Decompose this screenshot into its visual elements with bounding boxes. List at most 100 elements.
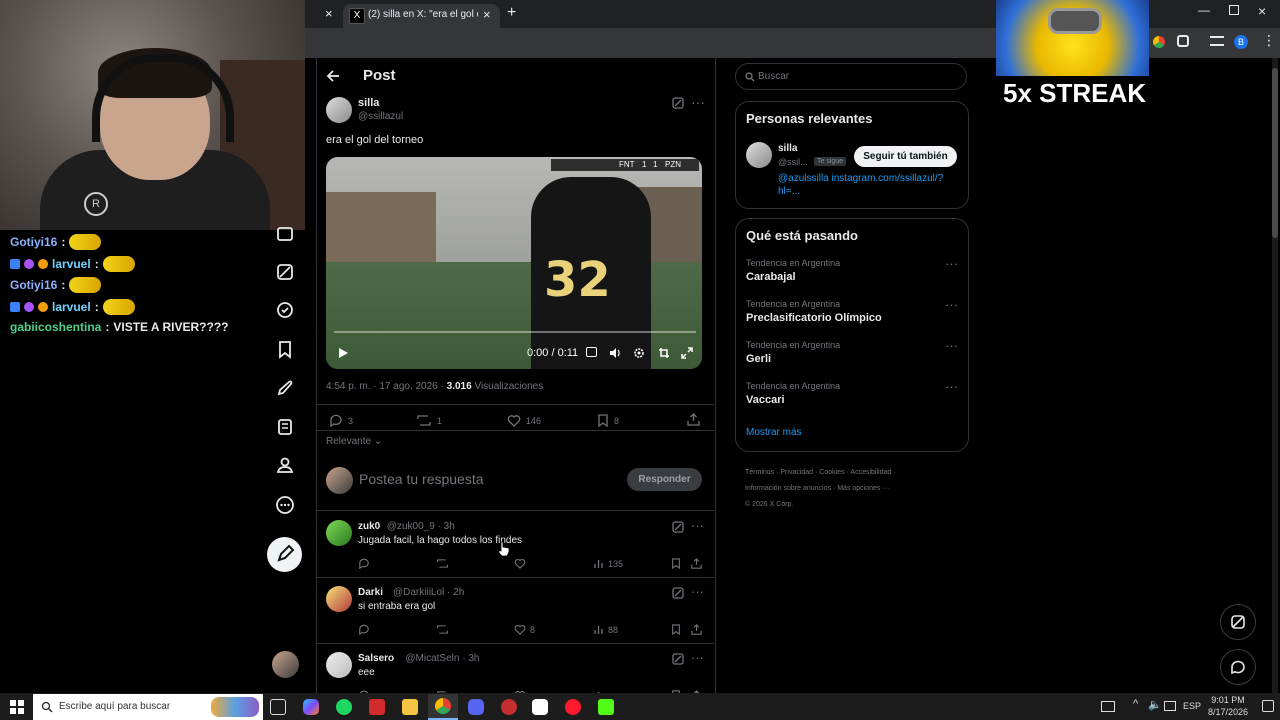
chat-username[interactable]: gabiicoshentina — [10, 320, 101, 334]
trend-item[interactable]: Tendencia en Argentina Gerli ··· — [746, 338, 958, 365]
reply-action[interactable]: 3 — [329, 414, 353, 427]
views-action[interactable]: 135 — [593, 558, 623, 569]
repost-action[interactable]: 1 — [416, 414, 442, 427]
windows-start-icon[interactable] — [10, 700, 24, 714]
chevron-up-icon[interactable]: ^ — [1133, 698, 1138, 710]
trend-more-icon[interactable]: ··· — [945, 338, 958, 353]
video-progress-bar[interactable] — [334, 331, 696, 333]
chat-username[interactable]: larvuel — [52, 300, 91, 314]
video-player[interactable]: 32 FNT 1 1 PZN 0:00 / 0:11 — [326, 157, 702, 369]
chrome-extension-icon[interactable] — [1153, 36, 1165, 48]
media-control-icon[interactable] — [1210, 36, 1224, 46]
reply-handle[interactable]: @zuk00_9 · 3h — [387, 521, 455, 532]
reply-icon[interactable] — [358, 624, 370, 635]
trend-more-icon[interactable]: ··· — [945, 256, 958, 271]
sort-dropdown[interactable]: Relevante ⌄ — [326, 436, 382, 447]
chat-username[interactable]: Gotiyi16 — [10, 278, 57, 292]
minimize-button[interactable]: — — [1198, 3, 1210, 17]
follow-back-button[interactable]: Seguir tú también — [854, 146, 957, 167]
bookmark-icon[interactable] — [671, 624, 681, 635]
grok-explain-icon[interactable] — [672, 97, 684, 109]
trend-item[interactable]: Tendencia en Argentina Vaccari ··· — [746, 379, 958, 406]
views-action[interactable]: 88 — [593, 624, 618, 635]
reply-avatar[interactable] — [326, 652, 352, 678]
author-avatar[interactable] — [326, 97, 352, 123]
tab-active[interactable]: X (2) silla en X: "era el gol del × — [343, 4, 500, 28]
extensions-icon[interactable] — [1177, 35, 1189, 47]
copilot-icon[interactable] — [303, 699, 319, 715]
trend-item[interactable]: Tendencia en Argentina Preclasificatorio … — [746, 297, 958, 324]
captions-icon[interactable] — [586, 347, 597, 357]
reply-handle[interactable]: @DarkiiiLol · 2h — [393, 587, 464, 598]
verified-icon[interactable] — [274, 299, 296, 321]
new-tab-button[interactable]: + — [507, 4, 516, 22]
page-scrollbar[interactable] — [1272, 58, 1278, 693]
footer-line-1[interactable]: Términos · Privacidad · Cookies · Accesi… — [745, 465, 896, 481]
like-action[interactable]: 8 — [514, 624, 535, 635]
volume-icon[interactable] — [609, 347, 622, 359]
network-icon[interactable] — [1164, 701, 1176, 711]
relevant-user-handle[interactable]: @ssil... — [778, 157, 808, 167]
search-input[interactable]: Buscar — [735, 63, 967, 90]
reply-author-name[interactable]: zuk0 — [358, 521, 380, 532]
relevant-user-avatar[interactable] — [746, 142, 772, 168]
share-icon[interactable] — [691, 624, 702, 635]
play-icon[interactable] — [337, 347, 349, 359]
clock[interactable]: 9:01 PM 8/17/2026 — [1202, 694, 1254, 718]
fullscreen-icon[interactable] — [681, 347, 693, 359]
reply-author-name[interactable]: Salsero — [358, 653, 394, 664]
share-icon[interactable] — [691, 558, 702, 569]
messages-floating-button[interactable] — [1220, 649, 1256, 685]
reply-avatar[interactable] — [326, 586, 352, 612]
show-more-link[interactable]: Mostrar más — [746, 427, 802, 438]
restore-button[interactable] — [1229, 5, 1239, 15]
file-explorer-icon[interactable] — [402, 699, 418, 715]
bookmark-icon[interactable] — [671, 558, 681, 569]
author-name[interactable]: silla — [358, 97, 379, 109]
chat-username[interactable]: Gotiyi16 — [10, 235, 57, 249]
scrollbar-thumb[interactable] — [1272, 68, 1278, 238]
chat-username[interactable]: larvuel — [52, 257, 91, 271]
like-action[interactable]: 146 — [507, 414, 541, 427]
grok-icon[interactable] — [274, 261, 296, 283]
grok-explain-icon[interactable] — [672, 521, 684, 533]
kick-icon[interactable] — [598, 699, 614, 715]
language-indicator[interactable]: ESP — [1183, 701, 1201, 711]
settings-gear-icon[interactable] — [633, 347, 645, 359]
app-icon[interactable] — [369, 699, 385, 715]
compose-button[interactable] — [267, 537, 302, 572]
spotify-icon[interactable] — [336, 699, 352, 715]
profile-icon[interactable] — [274, 454, 296, 476]
account-avatar[interactable] — [272, 651, 299, 678]
reply-handle[interactable]: @MicatSeln · 3h — [405, 653, 479, 664]
discord-icon[interactable] — [468, 699, 484, 715]
trend-more-icon[interactable]: ··· — [945, 379, 958, 394]
bookmarks-icon[interactable] — [274, 338, 296, 360]
rocket-icon[interactable] — [274, 377, 296, 399]
reply-button[interactable]: Responder — [627, 468, 702, 491]
post-more-icon[interactable]: ··· — [691, 94, 705, 110]
reply-author-name[interactable]: Darki — [358, 587, 383, 598]
repost-icon[interactable] — [436, 558, 449, 569]
trend-more-icon[interactable]: ··· — [945, 297, 958, 312]
profile-avatar-icon[interactable]: B — [1234, 35, 1248, 49]
back-arrow-icon[interactable] — [326, 69, 340, 83]
tab-close-previous[interactable]: × — [325, 6, 333, 21]
browser-menu-icon[interactable]: ⋮ — [1262, 32, 1276, 49]
grok-explain-icon[interactable] — [672, 587, 684, 599]
relevant-user-name[interactable]: silla — [778, 143, 797, 154]
messages-icon[interactable] — [274, 223, 296, 245]
pip-icon[interactable] — [658, 347, 670, 359]
bookmark-action[interactable]: 8 — [597, 414, 619, 427]
author-handle[interactable]: @ssillazul — [358, 111, 403, 122]
reply-more-icon[interactable]: ··· — [691, 518, 704, 533]
opera-icon[interactable] — [565, 699, 581, 715]
reply-more-icon[interactable]: ··· — [691, 650, 704, 665]
grok-floating-button[interactable] — [1220, 604, 1256, 640]
obs-icon[interactable] — [501, 699, 517, 715]
reply-avatar[interactable] — [326, 520, 352, 546]
close-window-button[interactable]: × — [1258, 3, 1266, 19]
relevant-user-bio[interactable]: @azulssilla instagram.com/ssillazul/?hl=… — [778, 172, 958, 198]
notifications-icon[interactable] — [1262, 700, 1274, 712]
taskbar-search-box[interactable]: Escribe aquí para buscar — [33, 694, 263, 720]
